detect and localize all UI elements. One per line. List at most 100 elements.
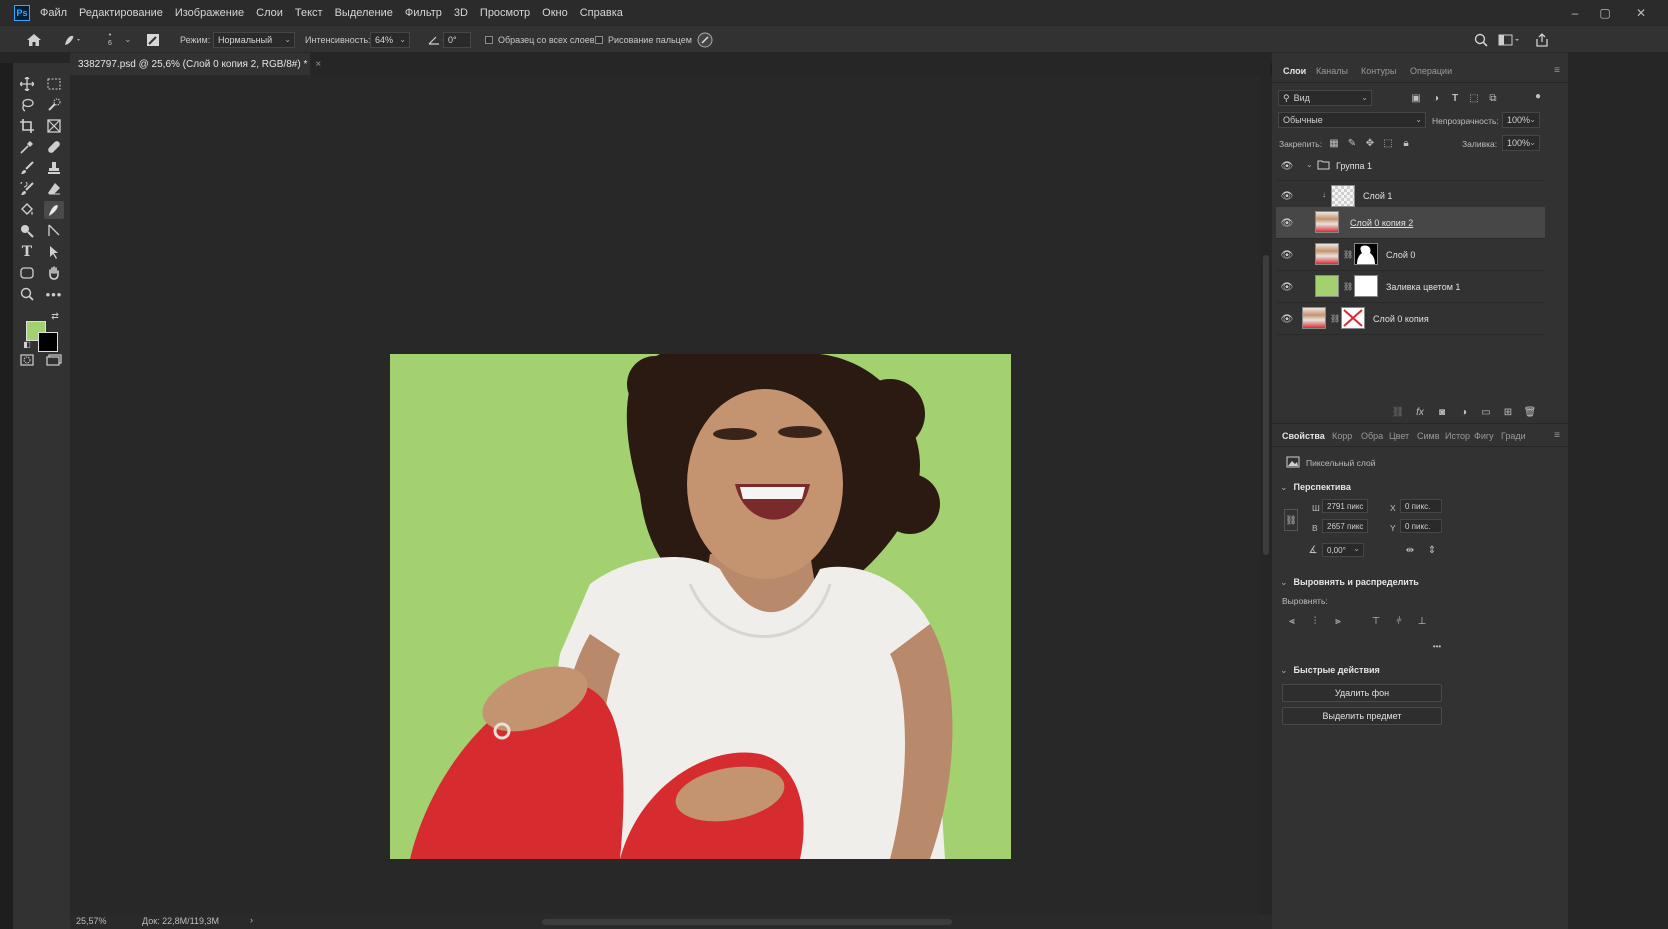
healing-brush-tool-icon[interactable] xyxy=(44,138,64,156)
tab-layers[interactable]: Слои xyxy=(1283,59,1306,83)
align-top-icon[interactable]: ⊤ xyxy=(1369,614,1383,628)
menu-file[interactable]: Файл xyxy=(40,7,67,19)
canvas-area[interactable] xyxy=(70,75,1260,915)
menu-layers[interactable]: Слои xyxy=(256,7,283,19)
mask-link-icon[interactable]: ⛓ xyxy=(1343,250,1353,259)
filter-type-icon[interactable]: T xyxy=(1448,91,1462,105)
finger-painting-checkbox[interactable]: Рисование пальцем xyxy=(595,26,692,53)
align-right-icon[interactable]: ⫸ xyxy=(1331,614,1345,628)
tab-gradients[interactable]: Гради xyxy=(1501,424,1526,448)
screen-mode-icon[interactable] xyxy=(44,351,64,369)
tab-paths[interactable]: Контуры xyxy=(1361,59,1396,83)
dodge-tool-icon[interactable] xyxy=(17,222,37,240)
layer-row-layer-0-copy-2[interactable]: 👁︎ Слой 0 копия 2 xyxy=(1276,207,1545,239)
x-field[interactable]: 0 пикс. xyxy=(1400,499,1442,513)
brush-size-picker[interactable]: • 6 xyxy=(108,26,112,53)
filter-toggle-icon[interactable]: ● xyxy=(1531,89,1545,103)
align-middle-vertical-icon[interactable]: ⫩ xyxy=(1392,614,1406,628)
brush-tool-icon[interactable] xyxy=(17,159,37,177)
lock-image-icon[interactable]: ✎ xyxy=(1345,136,1359,150)
lasso-tool-icon[interactable] xyxy=(17,96,37,114)
add-mask-icon[interactable]: ◙ xyxy=(1435,405,1449,419)
layer-row-layer-0[interactable]: 👁︎ ⛓ Слой 0 xyxy=(1276,239,1545,271)
flip-horizontal-icon[interactable]: ⇹ xyxy=(1403,543,1417,557)
fill-field[interactable]: 100% ⌄ xyxy=(1502,135,1540,151)
status-menu-arrow-icon[interactable]: › xyxy=(250,915,253,925)
panel-menu-icon[interactable]: ≡ xyxy=(1554,430,1560,441)
frame-tool-icon[interactable] xyxy=(44,117,64,135)
paint-bucket-tool-icon[interactable] xyxy=(17,201,37,219)
layer-row-layer-0-copy[interactable]: 👁︎ ⛓ Слой 0 копия xyxy=(1276,303,1545,335)
sample-all-layers-checkbox[interactable]: Образец со всех слоев xyxy=(485,26,595,53)
layer-row-color-fill-1[interactable]: 👁︎ ⛓ Заливка цветом 1 xyxy=(1276,271,1545,303)
hand-tool-icon[interactable] xyxy=(44,264,64,282)
rectangle-tool-icon[interactable] xyxy=(17,264,37,282)
photoshop-logo-icon[interactable]: Ps xyxy=(14,4,30,21)
filter-pixel-icon[interactable]: ▣ xyxy=(1409,91,1423,105)
quick-selection-tool-icon[interactable] xyxy=(44,96,64,114)
intensity-field[interactable]: 64% ⌄ xyxy=(370,32,410,48)
zoom-tool-icon[interactable] xyxy=(17,285,37,303)
menu-image[interactable]: Изображение xyxy=(175,7,244,19)
opacity-field[interactable]: 100% ⌄ xyxy=(1502,112,1540,128)
vertical-scroll-thumb[interactable] xyxy=(1263,255,1269,555)
zoom-level[interactable]: 25,57% xyxy=(76,916,107,926)
eraser-tool-icon[interactable] xyxy=(44,180,64,198)
mask-link-icon[interactable]: ⛓ xyxy=(1330,314,1340,323)
more-tools-icon[interactable]: ••• xyxy=(44,285,64,303)
visibility-eye-icon[interactable]: 👁︎ xyxy=(1281,160,1294,172)
panel-menu-icon[interactable]: ≡ xyxy=(1554,65,1560,76)
tab-shapes[interactable]: Фигу xyxy=(1474,424,1494,448)
brush-settings-icon[interactable] xyxy=(146,26,160,53)
align-center-horizontal-icon[interactable]: ⫶ xyxy=(1308,614,1322,628)
smudge-tool-icon[interactable] xyxy=(44,201,64,219)
layer-mask-thumbnail[interactable] xyxy=(1341,307,1365,329)
pressure-icon[interactable] xyxy=(697,26,713,53)
flip-vertical-icon[interactable]: ⇕ xyxy=(1425,543,1439,557)
vertical-scrollbar[interactable] xyxy=(1260,75,1272,915)
marquee-tool-icon[interactable] xyxy=(44,75,64,93)
visibility-eye-icon[interactable]: 👁︎ xyxy=(1281,190,1294,202)
tab-actions[interactable]: Операции xyxy=(1410,59,1452,83)
layer-mask-thumbnail[interactable] xyxy=(1354,275,1378,297)
tab-color[interactable]: Цвет xyxy=(1389,424,1409,448)
filter-shape-icon[interactable]: ⬚ xyxy=(1467,91,1481,105)
clone-stamp-tool-icon[interactable] xyxy=(44,159,64,177)
height-field[interactable]: 2657 пикс xyxy=(1322,519,1368,533)
menu-window[interactable]: Окно xyxy=(542,7,568,19)
mode-dropdown[interactable]: Нормальный ⌄ xyxy=(213,32,295,48)
group-expand-chevron-icon[interactable]: ⌄ xyxy=(1306,160,1313,169)
lock-artboard-icon[interactable]: ⬚ xyxy=(1381,136,1395,150)
document-tab[interactable]: 3382797.psd @ 25,6% (Слой 0 копия 2, RGB… xyxy=(70,53,321,75)
link-layers-icon[interactable]: ⛓ xyxy=(1391,405,1405,419)
brush-picker-chevron-icon[interactable]: ⌄ xyxy=(124,26,132,53)
more-options-icon[interactable]: ••• xyxy=(1427,639,1447,653)
new-layer-icon[interactable]: ⊞ xyxy=(1501,405,1515,419)
search-icon[interactable] xyxy=(1474,26,1488,53)
menu-3d[interactable]: 3D xyxy=(454,7,468,19)
y-field[interactable]: 0 пикс. xyxy=(1400,519,1442,533)
document-canvas[interactable] xyxy=(390,354,1011,859)
new-adjustment-icon[interactable]: ◑ xyxy=(1457,405,1471,419)
close-tab-icon[interactable]: × xyxy=(315,59,321,70)
maximize-button[interactable]: ▢ xyxy=(1590,0,1620,25)
visibility-eye-icon[interactable]: 👁︎ xyxy=(1281,281,1294,293)
filter-adjustment-icon[interactable]: ◑ xyxy=(1429,91,1443,105)
path-selection-tool-icon[interactable] xyxy=(44,243,64,261)
lock-transparent-icon[interactable]: ▦ xyxy=(1327,136,1341,150)
history-brush-tool-icon[interactable] xyxy=(17,180,37,198)
crop-tool-icon[interactable] xyxy=(17,117,37,135)
mask-link-icon[interactable]: ⛓ xyxy=(1343,282,1353,291)
type-tool-icon[interactable]: T xyxy=(17,243,37,261)
smudge-tool-preset-icon[interactable] xyxy=(62,26,82,53)
move-tool-icon[interactable] xyxy=(17,75,37,93)
new-group-icon[interactable]: ▭ xyxy=(1479,405,1493,419)
layer-filter-dropdown[interactable]: ⚲ Вид ⌄ xyxy=(1278,90,1372,106)
menu-type[interactable]: Текст xyxy=(295,7,323,19)
align-bottom-icon[interactable]: ⊥ xyxy=(1415,614,1429,628)
background-color-swatch[interactable] xyxy=(38,332,58,352)
pen-tool-icon[interactable] xyxy=(44,222,64,240)
delete-layer-icon[interactable]: 🗑︎ xyxy=(1523,405,1537,419)
eyedropper-tool-icon[interactable] xyxy=(17,138,37,156)
align-left-icon[interactable]: ⫷ xyxy=(1285,614,1299,628)
